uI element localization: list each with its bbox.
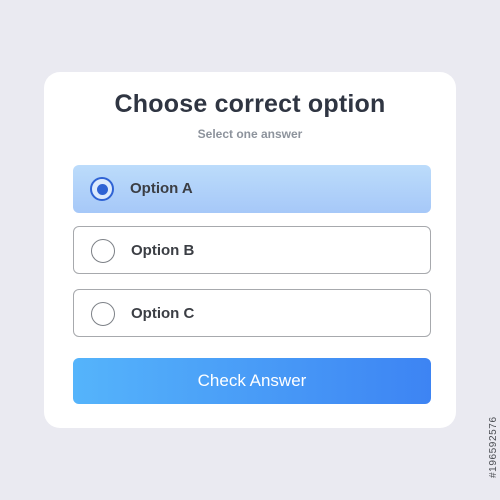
option-b[interactable]: Option B <box>73 226 431 274</box>
option-b-label: Option B <box>131 242 195 259</box>
option-c-label: Option C <box>131 305 195 322</box>
option-c[interactable]: Option C <box>73 289 431 337</box>
check-answer-button[interactable]: Check Answer <box>73 358 431 404</box>
option-a-label: Option A <box>130 180 193 197</box>
stock-id-text: #196592576 <box>488 416 499 478</box>
quiz-subtitle: Select one answer <box>197 127 303 141</box>
quiz-title: Choose correct option <box>114 90 386 118</box>
radio-button-b[interactable] <box>91 239 115 263</box>
option-a[interactable]: Option A <box>73 165 431 213</box>
radio-button-a[interactable] <box>90 177 114 201</box>
quiz-card: Choose correct option Select one answer … <box>44 72 456 428</box>
radio-selected-dot <box>96 183 108 195</box>
radio-button-c[interactable] <box>91 302 115 326</box>
